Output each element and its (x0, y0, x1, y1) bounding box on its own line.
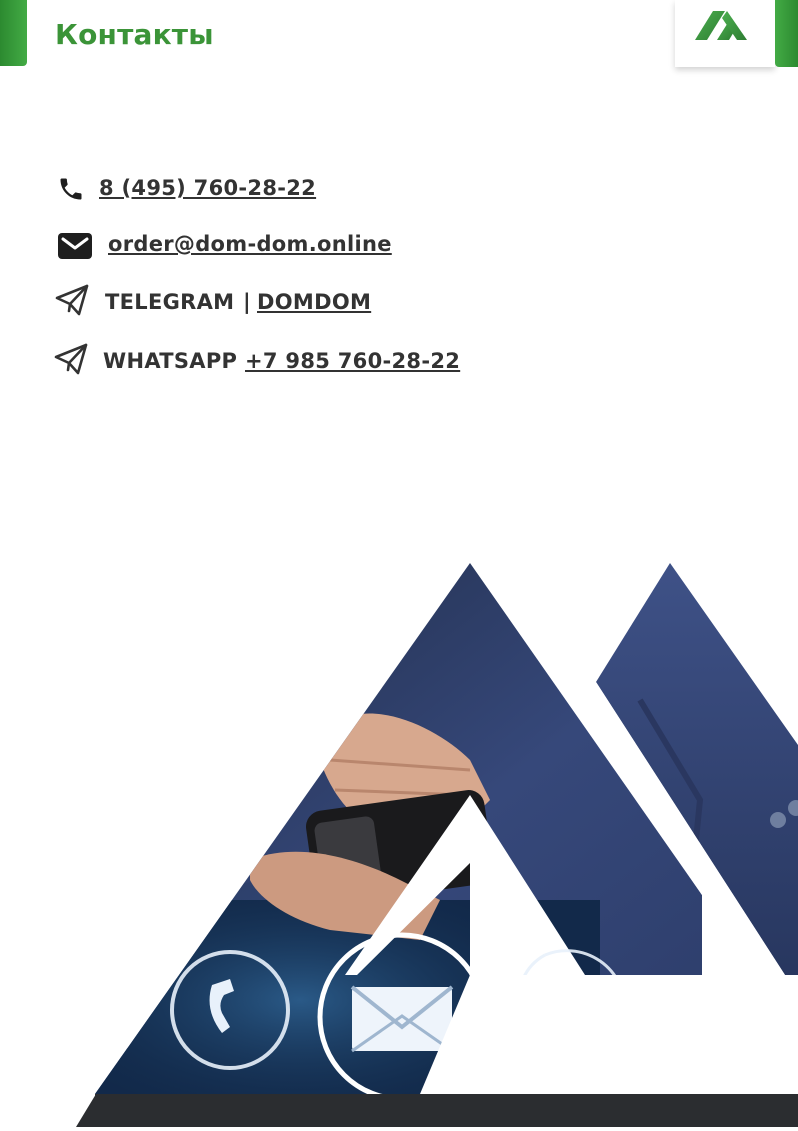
contact-whatsapp: WHATSAPP +7 985 760-28-22 (0, 341, 460, 381)
contact-telegram: TELEGRAM | DOMDOM (0, 282, 420, 322)
logo-mountain-icon (695, 11, 747, 40)
whatsapp-link[interactable]: +7 985 760-28-22 (245, 349, 460, 373)
contact-phone: 8 (495) 760-28-22 (0, 170, 400, 210)
mountain-photo-graphic (95, 563, 798, 1102)
telegram-separator: | (243, 290, 251, 314)
header-left-accent (0, 0, 27, 66)
phone-link[interactable]: 8 (495) 760-28-22 (99, 176, 316, 200)
email-link[interactable]: order@dom-dom.online (108, 232, 392, 256)
paper-plane-icon (54, 343, 88, 375)
header-right-accent (775, 0, 798, 67)
paper-plane-icon (55, 284, 89, 316)
logo[interactable] (675, 0, 775, 67)
contact-hero-image (0, 555, 798, 1127)
telegram-label: TELEGRAM (105, 290, 235, 314)
footer-bar (95, 1094, 798, 1127)
contact-email: order@dom-dom.online (0, 226, 450, 266)
phone-icon (60, 178, 82, 200)
footer-bar-edge (76, 1094, 96, 1127)
whatsapp-label: WHATSAPP (103, 349, 238, 373)
page-title: Контакты (55, 18, 214, 51)
mail-icon (58, 233, 92, 259)
telegram-link[interactable]: DOMDOM (257, 290, 371, 314)
